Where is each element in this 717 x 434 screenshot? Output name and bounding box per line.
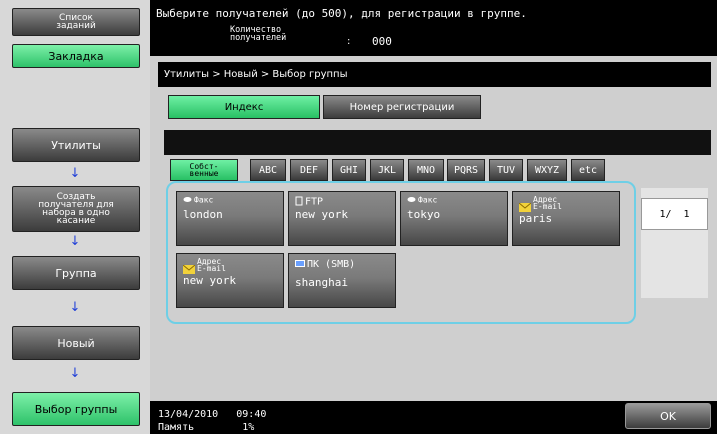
- destination-type-label: Адрес E-mail: [197, 257, 226, 273]
- destination-name: new york: [295, 208, 348, 221]
- tab-registration-number[interactable]: Номер регистрации: [323, 95, 481, 119]
- fax-icon: [407, 196, 416, 204]
- pc-icon: [295, 260, 305, 268]
- destination-name: london: [183, 208, 223, 221]
- tab-index[interactable]: Индекс: [168, 95, 320, 119]
- recipient-count-value: 000: [372, 35, 392, 48]
- alpha-tab-jkl[interactable]: JKL: [370, 159, 404, 181]
- destination-tokyo[interactable]: Факс tokyo: [400, 191, 508, 246]
- alpha-tab-pqrs[interactable]: PQRS: [447, 159, 485, 181]
- destination-paris[interactable]: Адрес E-mail paris: [512, 191, 620, 246]
- ok-button[interactable]: OK: [625, 403, 711, 429]
- destination-type-label: FTP: [305, 196, 324, 208]
- alpha-tab-def[interactable]: DEF: [290, 159, 328, 181]
- destination-name: shanghai: [295, 276, 348, 289]
- alpha-tab-wxyz[interactable]: WXYZ: [527, 159, 567, 181]
- footer: 13/04/2010 09:40 Память 1% OK: [150, 401, 717, 434]
- step-select-group-button[interactable]: Выбор группы: [12, 392, 140, 426]
- alpha-tab-abc[interactable]: ABC: [250, 159, 286, 181]
- main-panel: Утилиты > Новый > Выбор группы Индекс Но…: [150, 56, 717, 401]
- breadcrumb: Утилиты > Новый > Выбор группы: [158, 62, 711, 87]
- recipient-count-label: Количество получателей: [230, 25, 287, 43]
- job-list-button[interactable]: Список заданий: [12, 8, 140, 36]
- down-arrow-icon: ↓: [69, 366, 81, 381]
- step-utilities-button[interactable]: Утилиты: [12, 128, 140, 162]
- step-group-button[interactable]: Группа: [12, 256, 140, 290]
- ftp-icon: [295, 196, 303, 207]
- destination-type: Факс: [183, 196, 213, 204]
- destination-name: paris: [519, 212, 553, 225]
- destination-type: ПК (SMB): [295, 259, 356, 270]
- destination-new-york-ftp[interactable]: FTP new york: [288, 191, 396, 246]
- destination-type-label: Факс: [194, 195, 214, 205]
- step-new-button[interactable]: Новый: [12, 326, 140, 360]
- destination-type-label: ПК (SMB): [307, 259, 356, 270]
- alpha-tab-tuv[interactable]: TUV: [489, 159, 523, 181]
- alpha-tab-mno[interactable]: MNO: [408, 159, 444, 181]
- entry-bar: [164, 130, 711, 155]
- alpha-tab-ghi[interactable]: GHI: [332, 159, 366, 181]
- step-create-onetouch-button[interactable]: Создать получателя для набора в одно кас…: [12, 186, 140, 232]
- destination-name: tokyo: [407, 208, 441, 221]
- destination-type-label: Факс: [418, 195, 438, 205]
- bookmark-button[interactable]: Закладка: [12, 44, 140, 68]
- sidebar: Список заданий Закладка Утилиты ↓ Создат…: [0, 0, 150, 434]
- instruction-message: Выберите получателей (до 500), для регис…: [156, 7, 527, 20]
- destination-shanghai[interactable]: ПК (SMB) shanghai: [288, 253, 396, 308]
- destination-type-label: Адрес E-mail: [533, 195, 562, 211]
- destination-london[interactable]: Факс london: [176, 191, 284, 246]
- alpha-tab-own[interactable]: Собст- венные: [170, 159, 238, 181]
- header: Выберите получателей (до 500), для регис…: [150, 0, 717, 56]
- destination-name: new york: [183, 274, 236, 287]
- down-arrow-icon: ↓: [69, 166, 81, 181]
- down-arrow-icon: ↓: [69, 300, 81, 315]
- memory-status: Память 1%: [158, 422, 255, 433]
- datetime: 13/04/2010 09:40: [158, 409, 267, 420]
- fax-icon: [183, 196, 192, 204]
- destination-new-york-email[interactable]: Адрес E-mail new york: [176, 253, 284, 308]
- destination-type: FTP: [295, 196, 323, 207]
- down-arrow-icon: ↓: [69, 234, 81, 249]
- recipient-count-colon: :: [347, 36, 351, 47]
- alpha-tab-etc[interactable]: etc: [571, 159, 605, 181]
- destination-list: Факс london FTP new york Факс tokyo Адре…: [166, 181, 636, 324]
- destination-type: Факс: [407, 196, 437, 204]
- page-indicator: 1/ 1: [641, 198, 708, 230]
